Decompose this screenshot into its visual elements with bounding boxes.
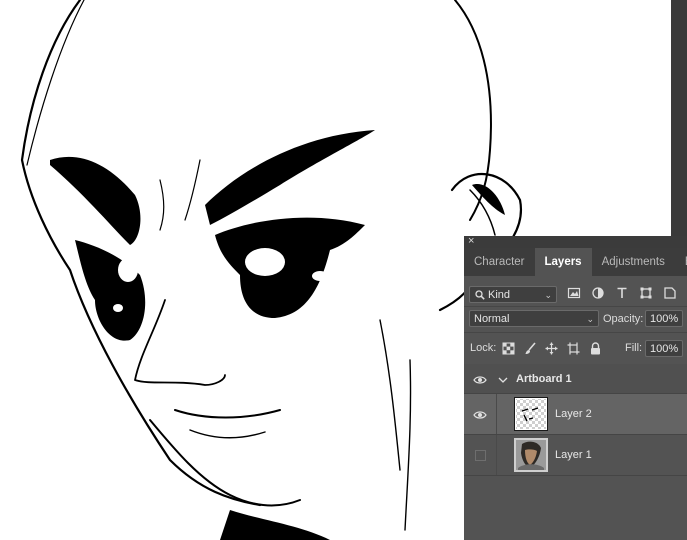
lock-all-icon[interactable] <box>589 342 602 355</box>
lock-label: Lock: <box>470 342 497 354</box>
layer-name-artboard: Artboard 1 <box>516 373 572 385</box>
smart-object-filter-icon[interactable] <box>663 286 677 300</box>
shape-filter-icon[interactable] <box>639 286 653 300</box>
opacity-label: Opacity: <box>603 313 644 325</box>
visibility-toggle-layer-2[interactable] <box>464 394 497 434</box>
chevron-down-icon: ⌄ <box>544 290 552 300</box>
close-icon[interactable]: × <box>468 235 474 247</box>
workspace-edge <box>671 0 687 236</box>
layer-thumbnail-layer-2 <box>514 397 548 431</box>
fill-label: Fill: <box>625 342 643 354</box>
visibility-toggle-layer-1[interactable] <box>464 435 497 475</box>
blend-row: Normal ⌄ Opacity: 100% <box>464 306 687 333</box>
kind-filter-label: Kind <box>488 289 511 301</box>
panel-tabs: Character Layers Adjustments Br <box>464 248 687 276</box>
tab-character[interactable]: Character <box>464 248 535 276</box>
visibility-toggle-artboard[interactable] <box>464 364 496 393</box>
kind-filter-select[interactable]: Kind ⌄ <box>469 286 557 303</box>
image-filter-icon[interactable] <box>567 286 581 300</box>
chevron-down-icon[interactable] <box>498 376 508 384</box>
opacity-input[interactable]: 100% <box>645 310 683 327</box>
adjustment-filter-icon[interactable] <box>591 286 605 300</box>
tab-layers[interactable]: Layers <box>534 248 592 276</box>
lock-move-icon[interactable] <box>545 342 558 355</box>
blend-mode-value: Normal <box>474 313 510 325</box>
type-filter-icon[interactable] <box>615 286 629 300</box>
lock-paint-icon[interactable] <box>524 342 537 355</box>
fill-value: 100% <box>650 343 679 355</box>
layer-name-layer-2: Layer 2 <box>555 408 592 420</box>
layer-row-layer-2[interactable]: Layer 2 <box>464 394 687 435</box>
layer-name-layer-1: Layer 1 <box>555 449 592 461</box>
tab-brushes[interactable]: Br <box>675 248 687 276</box>
layer-thumbnail-layer-1 <box>514 438 548 472</box>
layer-row-layer-1[interactable]: Layer 1 <box>464 435 687 476</box>
tab-adjustments[interactable]: Adjustments <box>592 248 675 276</box>
fill-input[interactable]: 100% <box>645 340 683 357</box>
lock-transparent-icon[interactable] <box>502 342 515 355</box>
layers-empty-area[interactable] <box>464 476 687 540</box>
opacity-value: 100% <box>650 313 679 325</box>
blend-mode-select[interactable]: Normal ⌄ <box>469 310 599 327</box>
lock-row: Lock: Fill: 100% <box>464 332 687 365</box>
hidden-visibility-box <box>475 450 486 461</box>
layers-panel: × Character Layers Adjustments Br Kind ⌄… <box>464 235 687 540</box>
lock-artboard-icon[interactable] <box>567 342 580 355</box>
layer-row-artboard[interactable]: Artboard 1 <box>464 364 687 394</box>
eye-icon <box>473 411 487 419</box>
eye-icon <box>473 376 487 384</box>
chevron-down-icon: ⌄ <box>586 314 594 324</box>
panel-header[interactable]: × <box>464 235 687 248</box>
search-icon <box>475 290 485 300</box>
filter-row: Kind ⌄ <box>464 276 687 307</box>
